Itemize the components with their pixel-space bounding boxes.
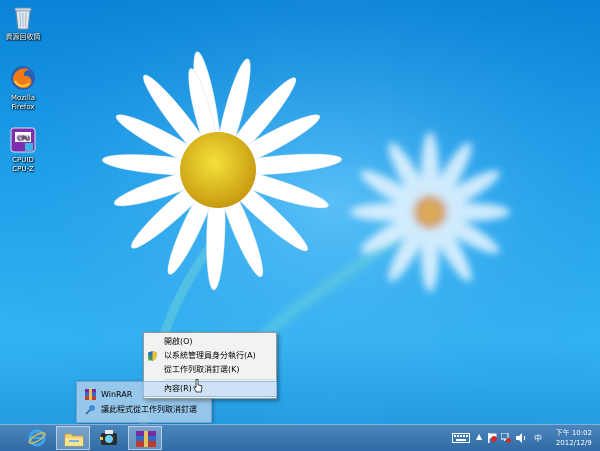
- clock-time: 下午 10:02: [555, 429, 592, 437]
- winrar-taskbar-icon: [136, 431, 156, 451]
- winrar-icon: [85, 389, 96, 400]
- menu-item-label: 以系統管理員身分執行(A): [164, 351, 256, 360]
- menu-item-label: 從工作列取消釘選(K): [164, 365, 240, 374]
- show-hidden-icons-icon[interactable]: ▲: [476, 432, 482, 441]
- menu-item-unpin-taskbar[interactable]: 從工作列取消釘選(K): [144, 363, 276, 377]
- taskbar-clock[interactable]: 下午 10:02 2012/12/9: [556, 428, 592, 448]
- menu-item-open[interactable]: 開啟(O): [144, 335, 276, 349]
- mouse-pointer-icon: [193, 378, 203, 393]
- menu-item-label: 內容(R): [164, 384, 192, 393]
- clock-date: 2012/12/9: [555, 439, 592, 447]
- desktop-icon-label-line1: CPUID: [12, 156, 34, 164]
- desktop-icon-recycle-bin[interactable]: 資源回收筒: [0, 3, 46, 42]
- uac-shield-icon: [148, 351, 157, 361]
- taskbar-button-file-explorer[interactable]: [56, 426, 90, 450]
- unpin-icon: [85, 404, 96, 415]
- jump-list-item-label: 讓此程式從工作列取消釘選: [101, 405, 197, 414]
- context-menu: 開啟(O) 以系統管理員身分執行(A) 從工作列取消釘選(K) 內容(R): [143, 332, 277, 399]
- menu-separator: [164, 379, 274, 380]
- touch-keyboard-icon[interactable]: [452, 433, 470, 445]
- menu-item-run-as-admin[interactable]: 以系統管理員身分執行(A): [144, 349, 276, 363]
- system-tray: ▲ 中 下午 10:02 2012/12/9: [448, 425, 600, 451]
- folder-icon: [64, 431, 84, 451]
- cpu-z-taskbar-icon: [99, 429, 119, 451]
- desktop-icon-label: 資源回收筒: [5, 33, 41, 41]
- internet-explorer-icon: [28, 429, 46, 451]
- desktop-icon-firefox[interactable]: Mozilla Firefox: [0, 64, 46, 112]
- menu-item-label: 開啟(O): [164, 337, 193, 346]
- desktop-icon-label-line1: Mozilla: [10, 94, 36, 102]
- recycle-bin-icon: [9, 3, 37, 31]
- taskbar-button-winrar[interactable]: [128, 426, 162, 450]
- taskbar-button-cpu-z[interactable]: [92, 426, 126, 450]
- firefox-icon: [9, 64, 37, 92]
- desktop-icon-cpu-z[interactable]: CPU CPUID CPU-Z: [0, 126, 46, 174]
- jump-list-item-winrar[interactable]: WinRAR: [81, 388, 132, 401]
- desktop-icon-label-line2: Firefox: [11, 103, 35, 111]
- action-center-flag-icon[interactable]: [488, 433, 497, 445]
- ime-indicator[interactable]: 中: [534, 433, 542, 444]
- jump-list-item-label: WinRAR: [101, 390, 133, 399]
- cpu-z-icon: CPU: [9, 126, 37, 154]
- taskbar-button-internet-explorer[interactable]: [20, 426, 54, 450]
- taskbar: ▲ 中 下午 10:02 2012/12/9: [0, 424, 600, 451]
- jump-list-item-unpin[interactable]: 讓此程式從工作列取消釘選: [81, 403, 197, 416]
- menu-item-properties[interactable]: 內容(R): [143, 381, 277, 397]
- desktop-icon-label-line2: CPU-Z: [12, 165, 34, 173]
- svg-text:CPU: CPU: [17, 135, 29, 142]
- volume-icon[interactable]: [516, 433, 527, 445]
- network-icon[interactable]: [500, 432, 511, 445]
